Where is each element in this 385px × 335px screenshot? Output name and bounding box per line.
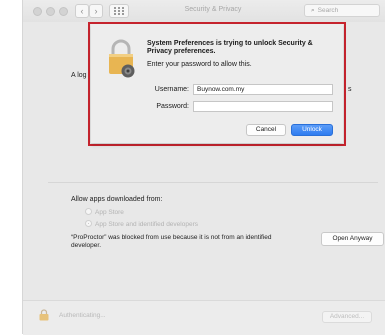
blocked-message: “ProProctor” was blocked from use becaus… [71,234,272,249]
zoom-window-button[interactable] [59,7,68,16]
show-all-button[interactable] [109,4,129,18]
partial-right-text: s [348,86,352,93]
advanced-button[interactable]: Advanced... [322,311,372,323]
chevron-left-icon: ‹ [80,6,84,16]
radio-label: App Store [95,209,124,216]
cancel-button[interactable]: Cancel [246,124,286,136]
grid-icon [114,7,124,15]
open-anyway-button[interactable]: Open Anyway [321,232,384,246]
radio-label: App Store and identified developers [95,221,198,228]
forward-button[interactable]: › [89,4,103,18]
dialog-title: System Preferences is trying to unlock S… [147,40,313,55]
search-placeholder: Search [317,7,339,14]
padlock-icon [109,39,135,78]
chevron-right-icon: › [94,6,98,16]
password-label: Password: [156,103,189,110]
window-title: Security & Privacy [184,6,242,13]
radio-app-store-identified[interactable]: App Store and identified developers [85,220,198,228]
radio-button[interactable] [85,220,92,227]
username-field[interactable]: Buynow.com.my [193,84,333,95]
minimize-window-button[interactable] [46,7,55,16]
partial-login-text: A log [71,72,87,79]
authenticating-status: Authenticating... [59,312,106,319]
username-label: Username: [154,86,189,93]
radio-button[interactable] [85,208,92,215]
password-field[interactable] [193,101,333,112]
allow-apps-label: Allow apps downloaded from: [71,196,163,203]
authentication-dialog: System Preferences is trying to unlock S… [91,24,343,143]
lock-icon[interactable] [39,309,49,321]
unlock-button[interactable]: Unlock [291,124,333,136]
radio-app-store[interactable]: App Store [85,208,124,216]
dialog-subtitle: Enter your password to allow this. [147,61,252,68]
back-button[interactable]: ‹ [75,4,89,18]
bottom-bar: Authenticating... Advanced... [23,300,385,335]
search-input[interactable]: ⌕ Search [304,4,380,17]
search-icon: ⌕ [311,7,315,14]
title-bar: ‹ › Security & Privacy ⌕ Search [23,0,385,23]
close-window-button[interactable] [33,7,42,16]
